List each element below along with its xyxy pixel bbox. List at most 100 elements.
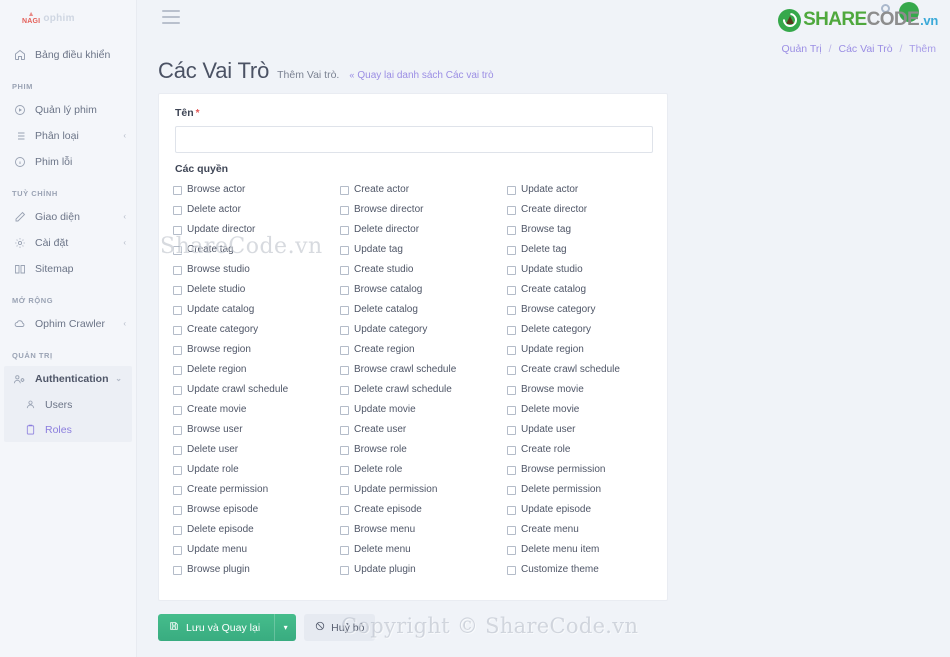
- permission-checkbox[interactable]: [507, 505, 516, 515]
- permission-checkbox[interactable]: [173, 345, 182, 355]
- permission-checkbox-item[interactable]: Update permission: [340, 480, 507, 500]
- permission-checkbox-item[interactable]: Update role: [173, 460, 340, 480]
- permission-checkbox[interactable]: [173, 545, 182, 555]
- permission-checkbox-item[interactable]: Create permission: [173, 480, 340, 500]
- permission-checkbox[interactable]: [173, 205, 182, 215]
- permission-checkbox[interactable]: [173, 485, 182, 495]
- permission-checkbox-item[interactable]: Browse permission: [507, 460, 657, 480]
- permission-checkbox[interactable]: [173, 525, 182, 535]
- save-and-back-button[interactable]: Lưu và Quay lại: [158, 614, 275, 641]
- name-input[interactable]: [175, 126, 653, 153]
- permission-checkbox[interactable]: [340, 485, 349, 495]
- permission-checkbox[interactable]: [507, 205, 516, 215]
- permission-checkbox-item[interactable]: Delete menu item: [507, 540, 657, 560]
- brand-logo[interactable]: ▲ NAGI ophim: [0, 0, 136, 36]
- sidebar-item-users[interactable]: Users: [4, 392, 132, 417]
- permission-checkbox-item[interactable]: Create crawl schedule: [507, 360, 657, 380]
- permission-checkbox[interactable]: [173, 425, 182, 435]
- permission-checkbox[interactable]: [507, 425, 516, 435]
- sidebar-item-authentication[interactable]: Authentication ⌄: [4, 366, 132, 392]
- permission-checkbox-item[interactable]: Create user: [340, 420, 507, 440]
- sidebar-item-phim-loi[interactable]: Phim lỗi: [0, 149, 136, 175]
- permission-checkbox[interactable]: [173, 265, 182, 275]
- permission-checkbox[interactable]: [507, 385, 516, 395]
- hamburger-icon[interactable]: [162, 10, 180, 24]
- permission-checkbox[interactable]: [340, 445, 349, 455]
- permission-checkbox[interactable]: [173, 245, 182, 255]
- permission-checkbox-item[interactable]: Update plugin: [340, 560, 507, 580]
- permission-checkbox[interactable]: [173, 305, 182, 315]
- permission-checkbox[interactable]: [507, 245, 516, 255]
- permission-checkbox-item[interactable]: Update catalog: [173, 300, 340, 320]
- permission-checkbox-item[interactable]: Update studio: [507, 260, 657, 280]
- permission-checkbox-item[interactable]: Delete menu: [340, 540, 507, 560]
- permission-checkbox-item[interactable]: Update movie: [340, 400, 507, 420]
- permission-checkbox[interactable]: [173, 505, 182, 515]
- permission-checkbox[interactable]: [507, 345, 516, 355]
- permission-checkbox[interactable]: [340, 365, 349, 375]
- permission-checkbox-item[interactable]: Delete studio: [173, 280, 340, 300]
- permission-checkbox-item[interactable]: Delete user: [173, 440, 340, 460]
- permission-checkbox-item[interactable]: Browse role: [340, 440, 507, 460]
- permission-checkbox[interactable]: [340, 525, 349, 535]
- permission-checkbox[interactable]: [340, 505, 349, 515]
- permission-checkbox[interactable]: [507, 565, 516, 575]
- permission-checkbox[interactable]: [340, 545, 349, 555]
- permission-checkbox-item[interactable]: Create tag: [173, 240, 340, 260]
- permission-checkbox-item[interactable]: Update category: [340, 320, 507, 340]
- permission-checkbox[interactable]: [507, 325, 516, 335]
- permission-checkbox-item[interactable]: Delete role: [340, 460, 507, 480]
- permission-checkbox[interactable]: [340, 305, 349, 315]
- permission-checkbox-item[interactable]: Create category: [173, 320, 340, 340]
- permission-checkbox-item[interactable]: Create actor: [340, 180, 507, 200]
- permission-checkbox-item[interactable]: Delete crawl schedule: [340, 380, 507, 400]
- sidebar-item-roles[interactable]: Roles: [4, 417, 132, 442]
- permission-checkbox-item[interactable]: Create episode: [340, 500, 507, 520]
- permission-checkbox[interactable]: [507, 485, 516, 495]
- permission-checkbox[interactable]: [173, 565, 182, 575]
- permission-checkbox-item[interactable]: Delete movie: [507, 400, 657, 420]
- permission-checkbox-item[interactable]: Browse studio: [173, 260, 340, 280]
- permission-checkbox-item[interactable]: Browse movie: [507, 380, 657, 400]
- permission-checkbox-item[interactable]: Delete category: [507, 320, 657, 340]
- permission-checkbox-item[interactable]: Browse episode: [173, 500, 340, 520]
- permission-checkbox-item[interactable]: Create menu: [507, 520, 657, 540]
- permission-checkbox[interactable]: [340, 185, 349, 195]
- permission-checkbox[interactable]: [507, 445, 516, 455]
- permission-checkbox-item[interactable]: Browse category: [507, 300, 657, 320]
- permission-checkbox-item[interactable]: Create catalog: [507, 280, 657, 300]
- permission-checkbox-item[interactable]: Browse crawl schedule: [340, 360, 507, 380]
- permission-checkbox[interactable]: [340, 265, 349, 275]
- permission-checkbox[interactable]: [507, 365, 516, 375]
- permission-checkbox[interactable]: [507, 305, 516, 315]
- permission-checkbox[interactable]: [173, 465, 182, 475]
- permission-checkbox-item[interactable]: Browse tag: [507, 220, 657, 240]
- permission-checkbox[interactable]: [507, 465, 516, 475]
- permission-checkbox-item[interactable]: Update director: [173, 220, 340, 240]
- breadcrumb-item-cac-vai-tro[interactable]: Các Vai Trò: [839, 43, 893, 55]
- permission-checkbox[interactable]: [507, 405, 516, 415]
- permission-checkbox-item[interactable]: Update crawl schedule: [173, 380, 340, 400]
- permission-checkbox-item[interactable]: Update menu: [173, 540, 340, 560]
- permission-checkbox-item[interactable]: Delete permission: [507, 480, 657, 500]
- sidebar-item-phan-loai[interactable]: Phân loại ‹: [0, 123, 136, 149]
- permission-checkbox[interactable]: [507, 185, 516, 195]
- permission-checkbox-item[interactable]: Update episode: [507, 500, 657, 520]
- permission-checkbox[interactable]: [340, 565, 349, 575]
- sidebar-item-ophim-crawler[interactable]: Ophim Crawler ‹: [0, 311, 136, 337]
- permission-checkbox-item[interactable]: Delete actor: [173, 200, 340, 220]
- permission-checkbox-item[interactable]: Delete region: [173, 360, 340, 380]
- permission-checkbox-item[interactable]: Update region: [507, 340, 657, 360]
- permission-checkbox[interactable]: [340, 405, 349, 415]
- permission-checkbox[interactable]: [340, 325, 349, 335]
- permission-checkbox-item[interactable]: Update user: [507, 420, 657, 440]
- permission-checkbox-item[interactable]: Delete episode: [173, 520, 340, 540]
- permission-checkbox[interactable]: [173, 365, 182, 375]
- permission-checkbox-item[interactable]: Delete tag: [507, 240, 657, 260]
- permission-checkbox[interactable]: [173, 225, 182, 235]
- permission-checkbox[interactable]: [173, 445, 182, 455]
- permission-checkbox[interactable]: [173, 385, 182, 395]
- permission-checkbox-item[interactable]: Browse menu: [340, 520, 507, 540]
- permission-checkbox-item[interactable]: Browse catalog: [340, 280, 507, 300]
- permission-checkbox[interactable]: [507, 545, 516, 555]
